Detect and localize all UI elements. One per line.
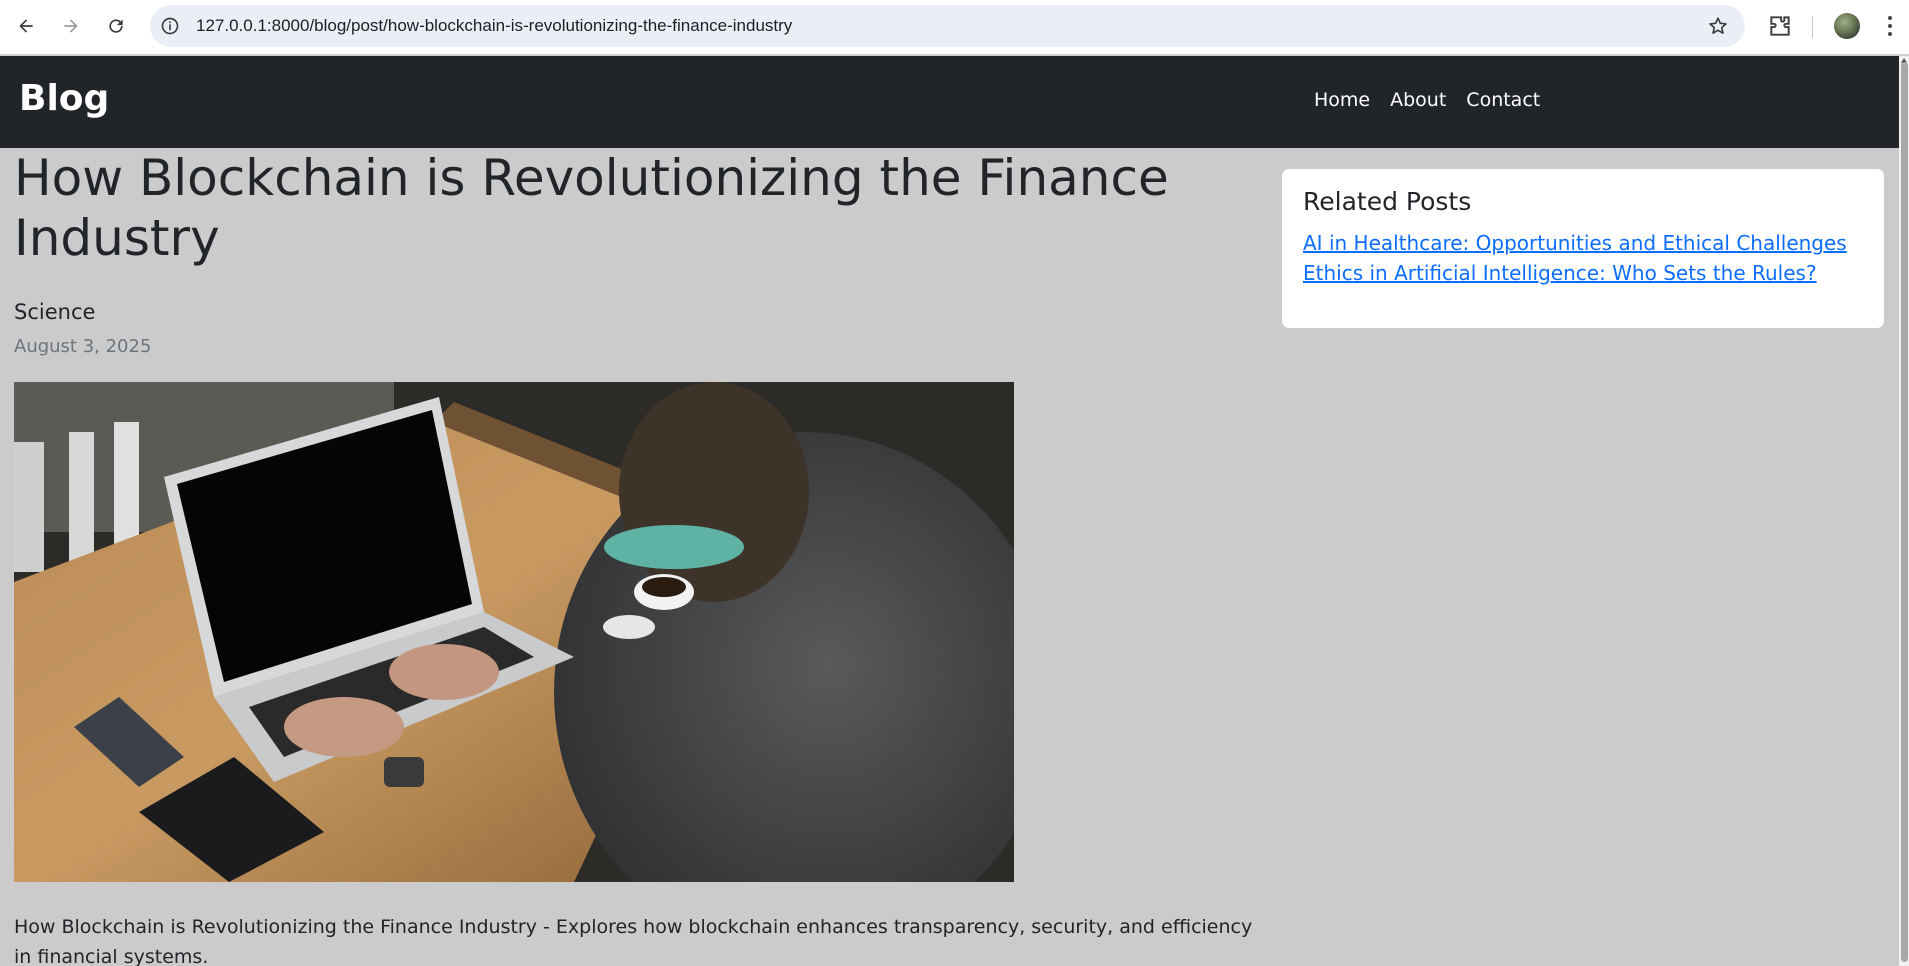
extensions-icon[interactable] [1767,13,1793,39]
back-button[interactable] [10,10,42,42]
toolbar-separator [1812,16,1813,38]
related-post-link[interactable]: AI in Healthcare: Opportunities and Ethi… [1303,228,1863,258]
scrollbar-thumb[interactable] [1901,62,1908,962]
star-icon[interactable] [1707,15,1729,37]
reload-button[interactable] [100,10,132,42]
reload-icon [109,19,123,33]
nav-links: Home About Contact [1314,80,1540,120]
forward-arrow-icon [64,19,78,33]
post-date: August 3, 2025 [14,336,152,357]
url-text[interactable]: 127.0.0.1:8000/blog/post/how-blockchain-… [196,5,792,47]
post-hero-image [14,382,1014,882]
menu-icon[interactable] [1880,14,1900,38]
forward-button[interactable] [55,10,87,42]
back-arrow-icon [19,19,33,33]
nav-link-about[interactable]: About [1390,80,1446,120]
post-excerpt: How Blockchain is Revolutionizing the Fi… [14,916,1253,966]
related-posts-card: Related Posts AI in Healthcare: Opportun… [1282,169,1884,328]
post-category: Science [14,300,96,324]
nav-link-contact[interactable]: Contact [1466,80,1540,120]
related-post-link[interactable]: Ethics in Artificial Intelligence: Who S… [1303,258,1863,288]
related-posts-list: AI in Healthcare: Opportunities and Ethi… [1303,228,1863,288]
address-bar[interactable]: 127.0.0.1:8000/blog/post/how-blockchain-… [150,5,1745,47]
profile-avatar[interactable] [1834,13,1860,39]
nav-link-home[interactable]: Home [1314,80,1370,120]
post-title: How Blockchain is Revolutionizing the Fi… [14,149,1169,267]
site-info-icon[interactable] [160,16,180,36]
related-posts-title: Related Posts [1303,187,1472,216]
site-navbar: Blog Home About Contact [0,56,1899,148]
brand-logo[interactable]: Blog [19,78,109,119]
browser-toolbar: 127.0.0.1:8000/blog/post/how-blockchain-… [0,0,1909,55]
